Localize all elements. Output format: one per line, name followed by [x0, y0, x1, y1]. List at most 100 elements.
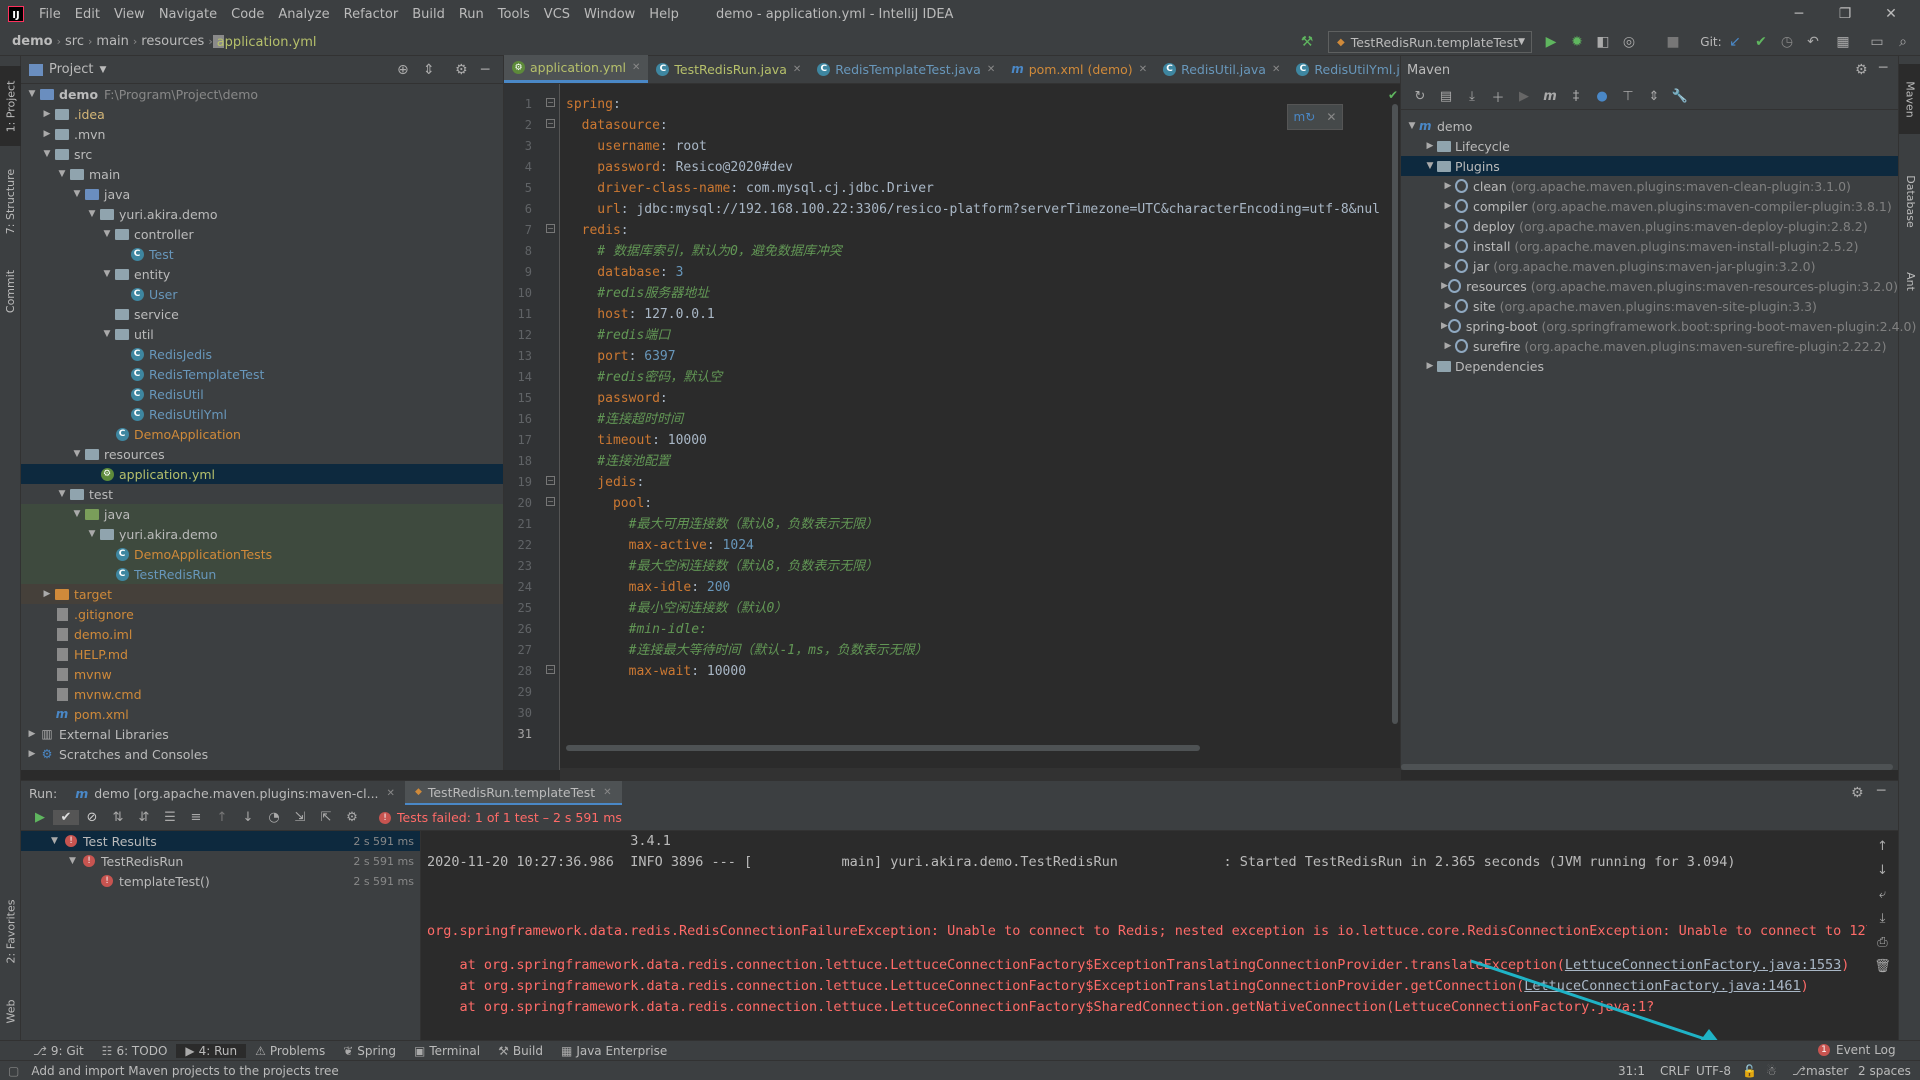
- hide-icon[interactable]: ─: [1879, 60, 1887, 76]
- collapsed-arrow-icon[interactable]: ▶: [1441, 301, 1455, 311]
- collapsed-arrow-icon[interactable]: ▶: [1423, 141, 1437, 151]
- project-tree-item[interactable]: ▼ entity: [21, 264, 503, 284]
- tool-tab-commit[interactable]: Commit: [0, 256, 21, 326]
- fold-end-marker-icon[interactable]: −: [546, 665, 555, 674]
- collapsed-arrow-icon[interactable]: ▶: [1441, 261, 1455, 271]
- collapsed-arrow-icon[interactable]: ▶: [1441, 341, 1455, 351]
- maven-tree-item[interactable]: ▶ clean (org.apache.maven.plugins:maven-cl…: [1401, 176, 1898, 196]
- chevron-down-icon[interactable]: ▼: [99, 65, 106, 75]
- expanded-arrow-icon[interactable]: ▼: [51, 836, 65, 846]
- project-tree-item[interactable]: HELP.md: [21, 644, 503, 664]
- collapse-all-icon[interactable]: ⇕: [423, 62, 435, 78]
- project-tree-item[interactable]: C Test: [21, 244, 503, 264]
- settings-icon[interactable]: ⚙: [339, 810, 365, 825]
- vertical-scrollbar[interactable]: [1392, 104, 1398, 724]
- tool-window-button[interactable]: ▦ Java Enterprise: [552, 1044, 676, 1058]
- clear-icon[interactable]: 🗑: [1874, 959, 1891, 974]
- collapsed-arrow-icon[interactable]: ▶: [1441, 201, 1455, 211]
- expanded-arrow-icon[interactable]: ▼: [25, 89, 39, 99]
- stop-icon[interactable]: ■: [1664, 33, 1682, 51]
- project-tree-item[interactable]: C RedisUtilYml: [21, 404, 503, 424]
- show-dependencies-icon[interactable]: ⊤: [1615, 89, 1641, 104]
- collapse-all-icon[interactable]: ⇕: [1641, 89, 1667, 104]
- menu-item-code[interactable]: Code: [224, 7, 271, 22]
- project-tree-item[interactable]: C DemoApplicationTests: [21, 544, 503, 564]
- fold-marker-icon[interactable]: −: [546, 497, 555, 506]
- test-tree-item[interactable]: ! templateTest() 2 s 591 ms: [21, 871, 420, 891]
- wrench-icon[interactable]: 🔧: [1667, 89, 1693, 104]
- tool-window-button[interactable]: ☷ 6: TODO: [93, 1044, 177, 1058]
- git-branch[interactable]: master: [1800, 1064, 1854, 1078]
- menu-item-help[interactable]: Help: [642, 7, 686, 22]
- collapsed-arrow-icon[interactable]: ▶: [40, 129, 54, 139]
- project-tree-item[interactable]: C RedisUtil: [21, 384, 503, 404]
- download-icon[interactable]: ⤓: [1459, 89, 1485, 104]
- import-tests-icon[interactable]: ⇲: [287, 810, 313, 825]
- menu-item-navigate[interactable]: Navigate: [152, 7, 224, 22]
- gear-icon[interactable]: ⚙: [1855, 62, 1868, 78]
- hide-icon[interactable]: ─: [1877, 783, 1885, 799]
- git-update-icon[interactable]: ↙: [1726, 33, 1744, 51]
- project-tree-item[interactable]: ▼ main: [21, 164, 503, 184]
- expanded-arrow-icon[interactable]: ▼: [70, 449, 84, 459]
- collapsed-arrow-icon[interactable]: ▶: [1441, 321, 1448, 331]
- maven-tree-item[interactable]: ▶ Lifecycle: [1401, 136, 1898, 156]
- locate-icon[interactable]: ⊕: [397, 62, 409, 78]
- project-tree-item[interactable]: ▶ target: [21, 584, 503, 604]
- run-configuration-select[interactable]: ◆ TestRedisRun.templateTest ▼: [1328, 31, 1532, 53]
- horizontal-scrollbar[interactable]: [566, 745, 1200, 751]
- maven-tree-item[interactable]: ▶ jar (org.apache.maven.plugins:maven-jar-…: [1401, 256, 1898, 276]
- project-panel-title[interactable]: Project: [49, 62, 93, 77]
- tool-window-button[interactable]: ▣ Terminal: [405, 1044, 489, 1058]
- collapsed-arrow-icon[interactable]: ▶: [1441, 221, 1455, 231]
- menu-item-analyze[interactable]: Analyze: [271, 7, 336, 22]
- collapsed-arrow-icon[interactable]: ▶: [25, 729, 39, 739]
- menu-item-view[interactable]: View: [107, 7, 152, 22]
- expanded-arrow-icon[interactable]: ▼: [70, 189, 84, 199]
- expanded-arrow-icon[interactable]: ▼: [70, 509, 84, 519]
- tool-window-button[interactable]: ⎇ 9: Git: [24, 1044, 93, 1058]
- tool-tab-structure[interactable]: 7: Structure: [0, 156, 21, 246]
- presentation-icon[interactable]: ▭: [1868, 33, 1886, 51]
- breadcrumb-item[interactable]: main: [92, 34, 132, 49]
- project-tree-item[interactable]: ▼ yuri.akira.demo: [21, 524, 503, 544]
- tool-tab-ant[interactable]: Ant: [1899, 256, 1920, 306]
- project-tree-item[interactable]: ▼ yuri.akira.demo: [21, 204, 503, 224]
- project-tree-item[interactable]: ▼ test: [21, 484, 503, 504]
- scroll-down-icon[interactable]: ↓: [1877, 863, 1888, 878]
- maven-horizontal-scrollbar[interactable]: [1401, 764, 1893, 770]
- menu-item-build[interactable]: Build: [405, 7, 452, 22]
- close-tab-icon[interactable]: ✕: [632, 62, 640, 73]
- sort-duration-icon[interactable]: ⇵: [131, 810, 157, 825]
- project-tree-item[interactable]: demo.iml: [21, 624, 503, 644]
- editor-tab[interactable]: C RedisUtil.java ✕: [1155, 55, 1288, 83]
- close-tab-icon[interactable]: ✕: [1272, 64, 1280, 75]
- run-tab[interactable]: m demo [org.apache.maven.plugins:maven-cl…: [65, 781, 405, 805]
- caret-position[interactable]: 31:1: [1612, 1064, 1651, 1078]
- menu-item-run[interactable]: Run: [452, 7, 491, 22]
- expanded-arrow-icon[interactable]: ▼: [1423, 161, 1437, 171]
- file-encoding[interactable]: UTF-8: [1690, 1064, 1737, 1078]
- test-tree-item[interactable]: ▼! Test Results 2 s 591 ms: [21, 831, 420, 851]
- show-passed-icon[interactable]: ✔: [53, 810, 79, 825]
- profile-icon[interactable]: ◎: [1620, 33, 1638, 51]
- tool-window-button[interactable]: ❦ Spring: [334, 1044, 405, 1058]
- close-icon[interactable]: ✕: [1868, 0, 1914, 28]
- tool-tab-maven[interactable]: Maven: [1899, 64, 1920, 134]
- project-tree-item[interactable]: service: [21, 304, 503, 324]
- maven-tree-item[interactable]: ▶ Dependencies: [1401, 356, 1898, 376]
- expanded-arrow-icon[interactable]: ▼: [100, 269, 114, 279]
- breadcrumb-item[interactable]: demo: [8, 34, 57, 49]
- menu-item-file[interactable]: File: [32, 7, 68, 22]
- editor-tab[interactable]: m pom.xml (demo) ✕: [1003, 55, 1155, 83]
- close-tab-icon[interactable]: ✕: [987, 64, 995, 75]
- maven-tree-item[interactable]: ▶ install (org.apache.maven.plugins:maven-…: [1401, 236, 1898, 256]
- history-icon[interactable]: ◔: [261, 810, 287, 825]
- expanded-arrow-icon[interactable]: ▼: [69, 856, 83, 866]
- git-history-icon[interactable]: ◷: [1778, 33, 1796, 51]
- project-tree-item[interactable]: m pom.xml: [21, 704, 503, 724]
- tool-window-button[interactable]: ⚒ Build: [489, 1044, 552, 1058]
- maven-tree-item[interactable]: ▶ spring-boot (org.springframework.boot:sp…: [1401, 316, 1916, 336]
- project-tree-item[interactable]: C DemoApplication: [21, 424, 503, 444]
- tool-tab-database[interactable]: Database: [1899, 156, 1920, 246]
